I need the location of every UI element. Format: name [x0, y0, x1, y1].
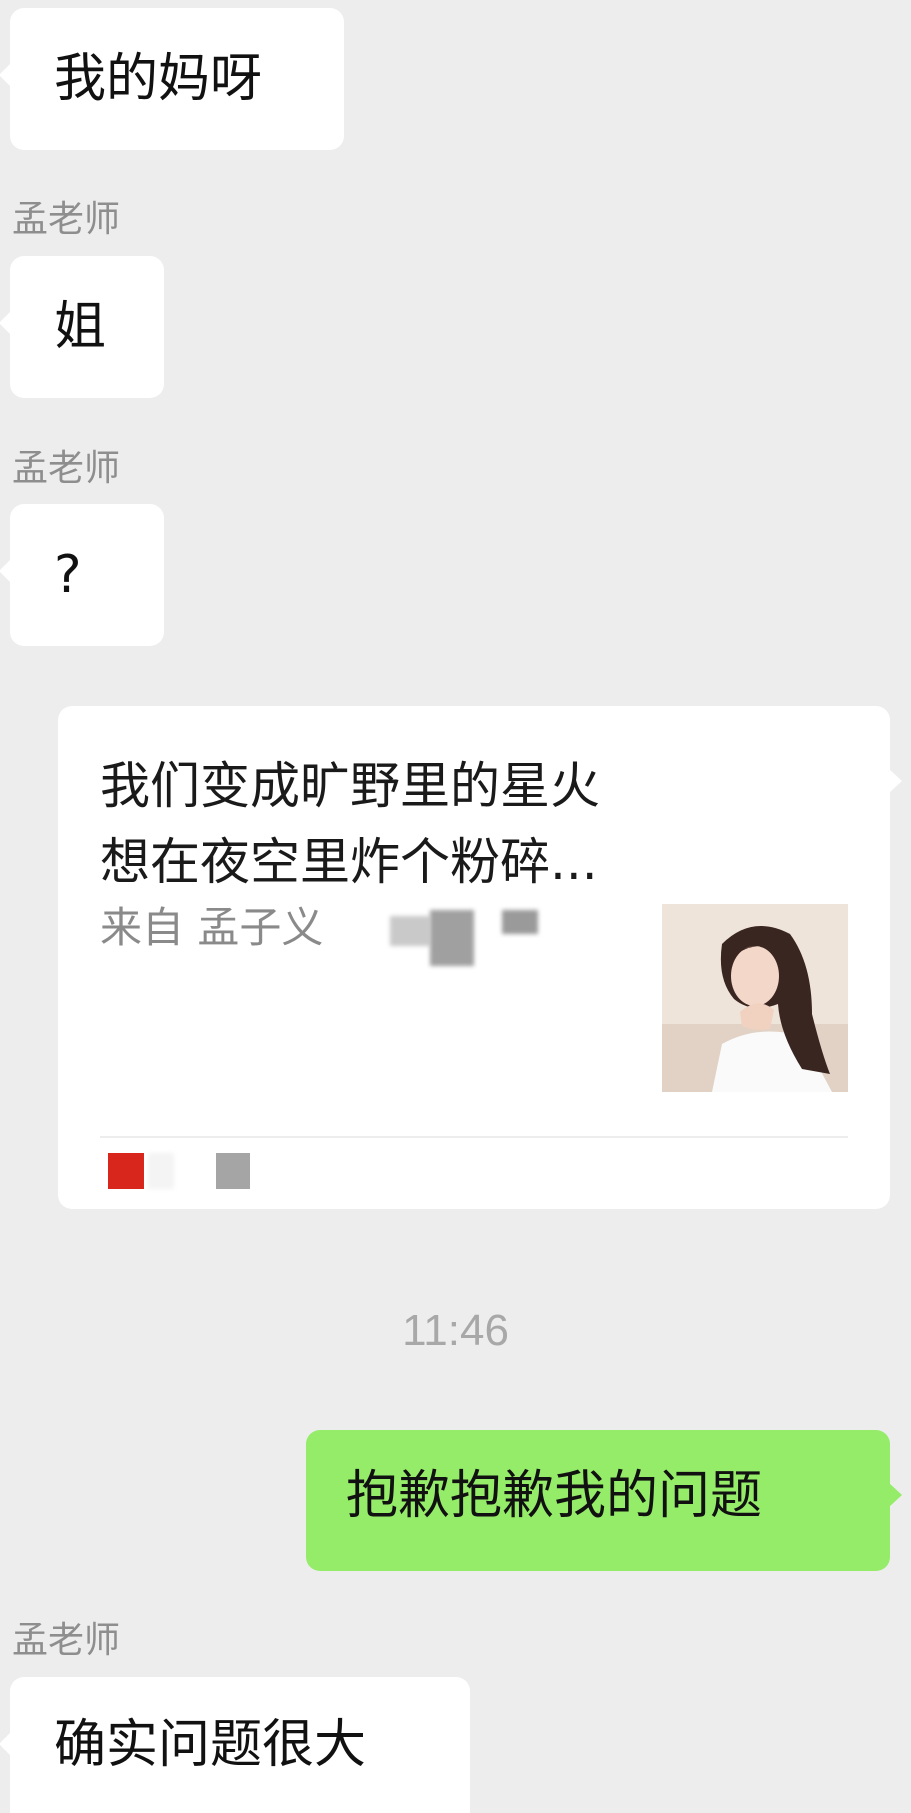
- card-title-line: 我们变成旷野里的星火: [100, 757, 600, 815]
- message-text: 确实问题很大: [54, 1715, 367, 1775]
- message-bubble-incoming[interactable]: .m1::before{} 我的妈呀: [0, 8, 344, 150]
- message-text: ?: [54, 545, 82, 605]
- redacted-block: [430, 910, 474, 966]
- app-logo-icon: [108, 1153, 144, 1189]
- redacted-block: [502, 910, 538, 934]
- message-text: 我的妈呀: [54, 49, 263, 109]
- sender-name: 孟老师: [12, 448, 121, 489]
- message-timestamp: 11:46: [402, 1306, 509, 1355]
- card-title-line: 想在夜空里炸个粉碎...: [100, 833, 598, 891]
- message-text: 抱歉抱歉我的问题: [346, 1466, 763, 1526]
- message-bubble-incoming[interactable]: ?: [0, 504, 164, 646]
- redacted-block: [390, 916, 430, 946]
- message-bubble-incoming[interactable]: 确实问题很大: [0, 1677, 470, 1813]
- app-name-redacted: [216, 1153, 250, 1189]
- card-source: 来自 孟子义: [100, 903, 324, 952]
- message-bubble-incoming[interactable]: 姐: [0, 256, 164, 398]
- sender-name: 孟老师: [12, 1620, 121, 1661]
- sender-name: 孟老师: [12, 199, 121, 240]
- message-bubble-outgoing[interactable]: 抱歉抱歉我的问题: [306, 1430, 902, 1571]
- card-title: 我们变成旷野里的星火 想在夜空里炸个粉碎...: [100, 748, 740, 900]
- card-thumbnail-image: [662, 904, 848, 1092]
- message-text: 姐: [54, 297, 107, 357]
- shared-music-card[interactable]: 我们变成旷野里的星火 想在夜空里炸个粉碎... 来自 孟子义: [58, 706, 902, 1209]
- redacted-block: [148, 1153, 174, 1189]
- card-divider: [100, 1136, 848, 1138]
